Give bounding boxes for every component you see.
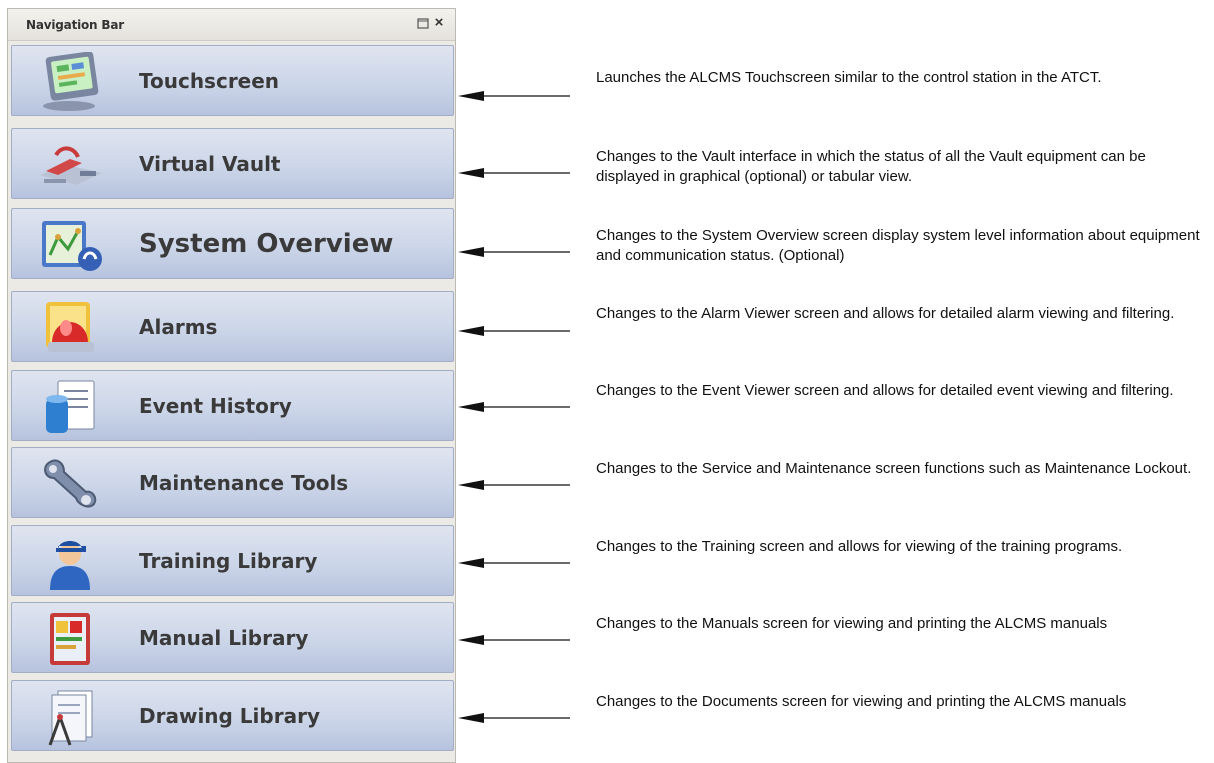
manual-library-button[interactable]: Manual Library (11, 602, 454, 673)
drawing-library-button[interactable]: Drawing Library (11, 680, 454, 751)
drawing-compass-icon (48, 690, 93, 746)
restore-icon[interactable] (416, 16, 430, 30)
alarm-light-icon (46, 302, 94, 352)
maintenance-tools-label: Maintenance Tools (139, 470, 349, 495)
maintenance-tools-description: Changes to the Service and Maintenance s… (596, 460, 1192, 477)
pointer-arrow (458, 635, 570, 645)
training-library-label: Training Library (139, 548, 318, 573)
trainee-person-icon (50, 541, 90, 590)
training-library-button[interactable]: Training Library (11, 525, 454, 596)
event-history-label: Event History (139, 393, 292, 418)
close-icon[interactable]: × (432, 15, 446, 30)
event-history-button[interactable]: Event History (11, 370, 454, 441)
wrench-icon (44, 459, 97, 508)
pointer-arrow (458, 558, 570, 568)
alarms-button[interactable]: Alarms (11, 291, 454, 362)
pointer-arrow (458, 168, 570, 178)
pointer-arrow (458, 480, 570, 490)
virtual-vault-description: Changes to the Vault interface in which … (596, 148, 1146, 185)
alarms-description: Changes to the Alarm Viewer screen and a… (596, 305, 1175, 322)
virtual-vault-icon (40, 146, 102, 185)
system-overview-button[interactable]: System Overview (11, 208, 454, 279)
panel-header: Navigation Bar × (8, 9, 455, 41)
touchscreen-monitor-icon (43, 52, 99, 111)
alarms-label: Alarms (139, 314, 218, 339)
pointer-arrow (458, 326, 570, 336)
manual-library-label: Manual Library (139, 625, 309, 650)
event-history-description: Changes to the Event Viewer screen and a… (596, 382, 1174, 399)
drawing-library-description: Changes to the Documents screen for view… (596, 693, 1127, 710)
manual-book-icon (50, 613, 90, 665)
system-overview-icon (42, 221, 102, 271)
pointer-arrow (458, 402, 570, 412)
touchscreen-button[interactable]: Touchscreen (11, 45, 454, 116)
pointer-arrow (458, 247, 570, 257)
system-overview-description: Changes to the System Overview screen di… (596, 227, 1200, 264)
system-overview-label: System Overview (139, 228, 394, 259)
training-library-description: Changes to the Training screen and allow… (596, 538, 1123, 555)
pointer-arrow (458, 91, 570, 101)
drawing-library-label: Drawing Library (139, 703, 320, 728)
virtual-vault-button[interactable]: Virtual Vault (11, 128, 454, 199)
touchscreen-description: Launches the ALCMS Touchscreen similar t… (596, 69, 1102, 86)
navigation-bar-panel: Navigation Bar × Touchscreen Virtual Vau (7, 8, 456, 763)
virtual-vault-label: Virtual Vault (139, 151, 281, 176)
touchscreen-label: Touchscreen (139, 68, 280, 93)
manual-library-description: Changes to the Manuals screen for viewin… (596, 615, 1108, 632)
maintenance-tools-button[interactable]: Maintenance Tools (11, 447, 454, 518)
panel-title: Navigation Bar (26, 18, 124, 32)
pointer-arrow (458, 713, 570, 723)
event-history-icon (46, 380, 95, 433)
